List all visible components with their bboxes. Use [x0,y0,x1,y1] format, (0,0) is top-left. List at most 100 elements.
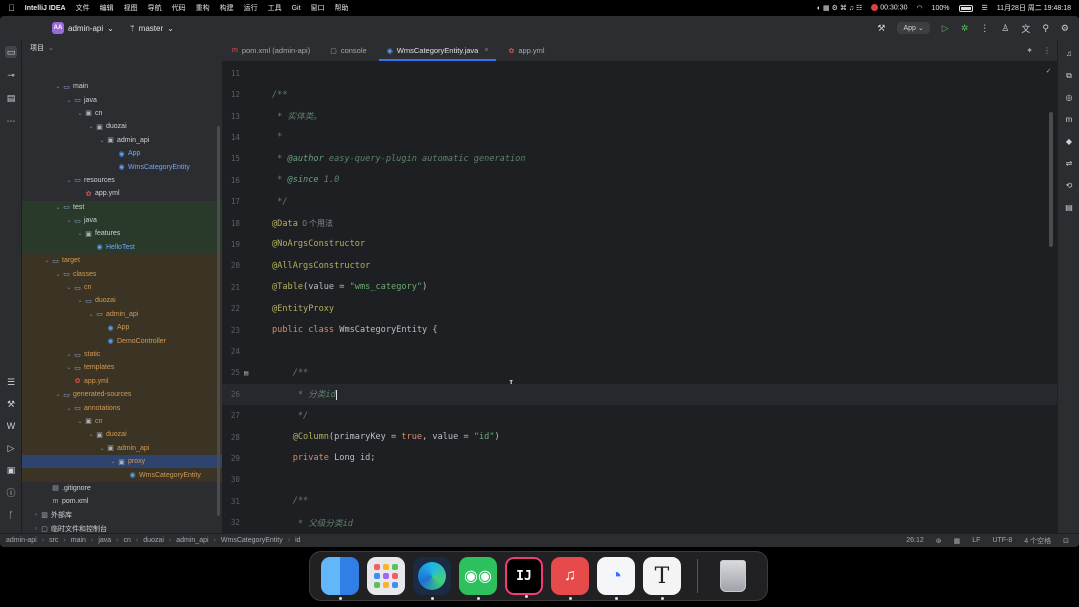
tree-row[interactable]: ◉ WmsCategoryEntity [22,468,222,482]
breadcrumb-item[interactable]: main [71,537,86,544]
run-services-icon[interactable]: ▷ [5,442,17,454]
apple-icon[interactable]:  [8,3,15,13]
word-icon[interactable]: W [5,420,17,432]
caret-position[interactable]: 26:12 [906,537,924,544]
chevron-icon[interactable]: ⌄ [65,405,73,412]
tree-row[interactable]: ⌄ ▭ duozai [22,294,222,308]
editor-tab[interactable]: ◉ WmsCategoryEntity.java × [377,40,499,61]
build-icon[interactable]: ⚒ [5,398,17,410]
chevron-icon[interactable]: ⌄ [65,364,73,371]
project-panel-header[interactable]: 项目 ⌄ [22,40,222,56]
wifi-icon[interactable]: ◠ [917,4,923,12]
chevron-icon[interactable]: ⌄ [109,458,117,465]
copilot-status-icon[interactable]: ⊛ [936,537,942,545]
chevron-icon[interactable]: ⌄ [65,177,73,184]
run-icon[interactable]: ▷ [942,23,949,34]
tree-row[interactable]: ◉ App [22,321,222,335]
endpoints-icon[interactable]: ⇌ [1063,158,1075,170]
structure-icon[interactable]: ▤ [5,92,17,104]
breadcrumb-item[interactable]: duozai [143,537,164,544]
git-icon[interactable]: ᚴ [5,509,17,521]
tree-row[interactable]: › ▥ 外部库 [22,509,222,522]
tree-row[interactable]: ◉ DemoController [22,334,222,348]
breadcrumb-item[interactable]: admin-api [6,537,37,544]
plugin-status-icon[interactable]: ▦ [954,537,961,545]
debug-icon[interactable]: ✲ [961,23,969,34]
chevron-icon[interactable]: ⌄ [87,431,95,438]
breadcrumb-item[interactable]: src [49,537,58,544]
editor-tab[interactable]: ▢ console [320,40,376,61]
tree-row[interactable]: ⌄ ▭ java [22,93,222,106]
tree-row[interactable]: ⌄ ▭ resources [22,174,222,187]
menu-edit[interactable]: 编辑 [100,3,114,13]
editor-tab[interactable]: ✿ app.yml [498,40,554,61]
branch-switcher[interactable]: ᛘ master ⌄ [130,24,174,33]
chevron-icon[interactable]: ⌄ [87,123,95,130]
tree-row[interactable]: ⌄ ▭ static [22,347,222,362]
tree-row[interactable]: ◉ HelloTest [22,240,222,255]
database-tool-icon[interactable]: ⧉ [1063,70,1075,82]
code-editor[interactable]: ✓ I 1112/**13 * 实体类。14 *15 * @author eas… [222,62,1057,533]
menu-git[interactable]: Git [292,5,301,12]
commit-icon[interactable]: ⊸ [5,69,17,81]
tree-row[interactable]: ⌄ ▣ admin_api [22,441,222,455]
tree-row[interactable]: ⌄ ▭ target [22,254,222,268]
maven-icon[interactable]: m [1063,114,1075,126]
menu-code[interactable]: 代码 [172,3,186,13]
add-user-icon[interactable]: ♙ [1001,23,1009,34]
chevron-icon[interactable]: ⌄ [65,97,73,104]
breadcrumb-item[interactable]: admin_api [176,537,208,544]
redis-icon[interactable]: ◆ [1063,136,1075,148]
tree-row[interactable]: ⌄ ▣ cn [22,107,222,120]
chevron-icon[interactable]: ⌄ [98,137,106,144]
screen-recording-indicator[interactable]: 00:30:30 [871,4,908,12]
typora-app-icon[interactable]: T [643,557,681,600]
project-switcher[interactable]: AA admin-api ⌄ [52,22,114,34]
chevron-icon[interactable]: ⌄ [76,297,84,304]
tree-row[interactable]: m pom.xml [22,495,222,508]
breadcrumb-item[interactable]: cn [124,537,131,544]
line-separator[interactable]: LF [972,537,980,544]
intellij-app-icon[interactable]: IJ [505,557,543,598]
preview-icon[interactable]: ▤ [1063,202,1075,214]
netease-music-app-icon[interactable]: ♫ [551,557,589,600]
lock-icon[interactable]: ⊡ [1063,537,1069,545]
chevron-icon[interactable]: › [32,526,40,532]
settings-gear-icon[interactable]: ⚙ [1061,23,1069,34]
tree-row[interactable]: ▤ .gitignore [22,482,222,495]
chevron-icon[interactable]: ⌄ [54,391,62,398]
indent-setting[interactable]: 4 个空格 [1024,536,1051,546]
menu-build[interactable]: 构建 [220,3,234,13]
menu-app-name[interactable]: IntelliJ IDEA [25,5,66,12]
tree-row[interactable]: ◉ App [22,147,222,160]
tree-row[interactable]: ◉ WmsCategoryEntity [22,160,222,173]
chevron-icon[interactable]: ⌄ [76,230,84,237]
tree-row[interactable]: ⌄ ▭ cn [22,280,222,295]
tree-row[interactable]: ✿ app.yml [22,187,222,200]
usage-hint[interactable]: 0 个用法 [298,219,333,228]
menu-refactor[interactable]: 重构 [196,3,210,13]
menu-view[interactable]: 视图 [124,3,138,13]
battery-icon[interactable] [958,4,973,12]
chevron-icon[interactable]: ⌄ [54,83,62,90]
lark-app-icon[interactable]: ◔ [597,557,635,600]
trash-icon[interactable] [714,557,752,595]
chevron-icon[interactable]: ⌄ [43,257,51,264]
search-icon[interactable]: ⚲ [1042,23,1049,34]
translate-icon[interactable]: 文 [1021,22,1030,35]
tree-row[interactable]: ✿ app.yml [22,374,222,388]
finder-app-icon[interactable] [321,557,359,600]
tree-row[interactable]: ⌄ ▭ java [22,213,222,228]
breadcrumb-item[interactable]: java [98,537,111,544]
doc-render-toggle-icon[interactable]: ▤ [244,369,248,377]
chevron-icon[interactable]: ⌄ [54,271,62,278]
copilot-icon[interactable]: ⟲ [1063,180,1075,192]
menu-tools[interactable]: 工具 [268,3,282,13]
clock[interactable]: 11月28日 周二 19:48:18 [997,3,1071,13]
file-encoding[interactable]: UTF-8 [992,537,1012,544]
tree-row[interactable]: ⌄ ▭ annotations [22,401,222,415]
ai-assistant-icon[interactable]: ✦ [1026,46,1033,55]
launchpad-app-icon[interactable] [367,557,405,595]
more-tools-icon[interactable]: ⋯ [5,115,17,127]
menu-navigate[interactable]: 导航 [148,3,162,13]
